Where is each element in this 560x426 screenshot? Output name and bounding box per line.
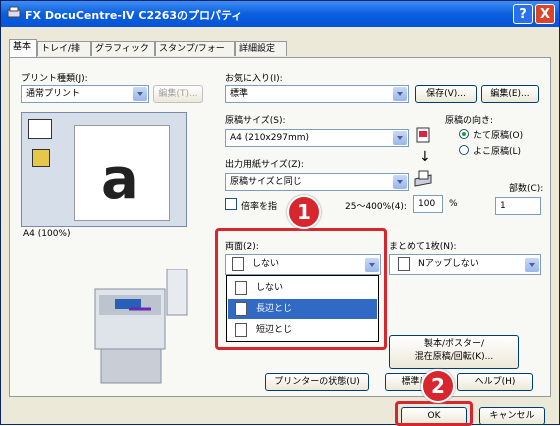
favorites-label: お気に入り(I):: [225, 74, 283, 84]
tab-basic[interactable]: 基本: [9, 39, 37, 57]
output-size-value: 原稿サイズと同じ: [230, 177, 302, 187]
arrow-down-icon: ↓: [419, 149, 431, 165]
properties-window: FX DocuCentre-IV C2263のプロパティ ? X 基本 トレイ/…: [0, 0, 560, 426]
tab-tray-output[interactable]: トレイ/排出: [37, 41, 91, 69]
print-type-label: プリント種類(J):: [21, 74, 88, 84]
original-size-dropdown[interactable]: A4 (210x297mm): [225, 129, 409, 147]
nup-value: Nアップしない: [418, 259, 479, 269]
output-size-dropdown[interactable]: 原稿サイズと同じ: [225, 173, 409, 191]
scale-checkbox[interactable]: [225, 198, 237, 210]
step-badge-2: 2: [421, 369, 455, 403]
portrait-label: たて原稿(O): [473, 131, 524, 141]
favorites-value: 標準: [230, 89, 249, 99]
scale-input[interactable]: 100: [413, 195, 443, 213]
landscape-label: よこ原稿(L): [473, 147, 522, 157]
preview-caption: A4 (100%): [23, 229, 71, 239]
nup-icon: [398, 257, 410, 271]
cancel-button[interactable]: キャンセル: [479, 407, 545, 425]
orientation-label: 原稿の向き:: [445, 116, 494, 126]
step-badge-1: 1: [287, 195, 321, 229]
duplex-highlight: [215, 228, 387, 350]
pages-icon: [32, 149, 50, 167]
print-type-edit-button[interactable]: 編集(T)...: [153, 85, 203, 103]
favorites-edit-button[interactable]: 編集(E)...: [481, 85, 539, 103]
preview-sheet: a: [74, 125, 170, 221]
chevron-down-icon: [393, 87, 407, 101]
nup-dropdown[interactable]: Nアップしない: [389, 254, 541, 275]
favorites-save-button[interactable]: 保存(V)...: [415, 85, 477, 103]
scale-unit: %: [449, 199, 458, 209]
scale-value: 100: [418, 199, 436, 209]
original-size-value: A4 (210x297mm): [230, 133, 309, 143]
chevron-down-icon: [133, 87, 147, 101]
original-size-label: 原稿サイズ(S):: [225, 116, 286, 126]
chevron-down-icon: [393, 131, 407, 145]
ok-highlight: [395, 401, 473, 426]
original-icon: [416, 127, 430, 143]
copies-value: 1: [500, 201, 506, 211]
window-title: FX DocuCentre-IV C2263のプロパティ: [25, 9, 243, 22]
tab-advanced[interactable]: 詳細設定: [235, 41, 287, 56]
tab-stamp-form[interactable]: スタンプ/フォーム: [155, 41, 235, 69]
copies-label: 部数(C):: [509, 184, 544, 194]
scale-range-label: 25～400%(4):: [345, 202, 407, 212]
print-type-value: 通常プリント: [26, 89, 81, 99]
preview-letter: a: [101, 147, 139, 212]
chevron-down-icon: [393, 175, 407, 189]
favorites-dropdown[interactable]: 標準: [225, 85, 409, 103]
nup-label: まとめて1枚(N):: [389, 242, 457, 252]
output-size-label: 出力用紙サイズ(Z):: [225, 160, 304, 170]
layout-preview: a: [21, 112, 187, 227]
printer-icon: [7, 6, 21, 18]
booklet-poster-button[interactable]: 製本/ポスター/ 混在原稿/回転(K)...: [389, 335, 519, 369]
copies-spinner[interactable]: 1: [495, 197, 541, 215]
portrait-radio[interactable]: [459, 129, 469, 139]
printer-status-button[interactable]: プリンターの状態(U): [265, 373, 369, 391]
title-bar: FX DocuCentre-IV C2263のプロパティ ? X: [1, 1, 559, 27]
tab-graphics[interactable]: グラフィックス: [91, 41, 155, 69]
chevron-down-icon: [525, 258, 539, 272]
help-button[interactable]: ヘルプ(H): [457, 373, 533, 391]
help-title-button[interactable]: ?: [513, 4, 533, 24]
scale-checkbox-label: 倍率を指: [241, 202, 278, 212]
landscape-radio[interactable]: [459, 145, 469, 155]
close-button[interactable]: X: [535, 4, 555, 24]
paper-tray-icon: [414, 170, 432, 187]
printer-machine-illustration: [94, 269, 188, 384]
document-icon: [28, 119, 52, 139]
print-type-dropdown[interactable]: 通常プリント: [21, 85, 149, 103]
